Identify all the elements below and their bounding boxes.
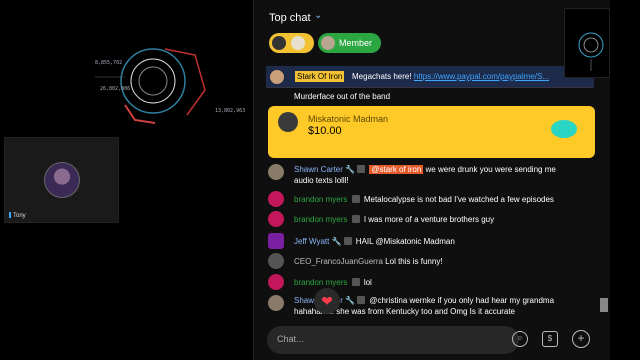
member-pill[interactable]: Member <box>318 33 381 53</box>
message-author[interactable]: CEO_FrancoJuanGuerra <box>294 257 383 266</box>
wrench-icon: 🔧 <box>345 296 356 305</box>
chat-message-partial: Murderface out of the band <box>294 91 390 102</box>
reaction-button[interactable]: ❤ <box>314 288 340 314</box>
message-text: Murderface out of the band <box>294 92 391 101</box>
message-text: audio texts lolll! <box>294 176 349 185</box>
avatar <box>268 191 284 207</box>
message-author[interactable]: Jeff Wyatt <box>294 237 329 246</box>
chat-input[interactable]: Chat... <box>267 326 519 354</box>
member-badge-icon <box>351 215 360 223</box>
participant-name: Tony <box>9 212 26 219</box>
chat-mode-selector[interactable]: Top chat <box>269 12 311 24</box>
chevron-down-icon[interactable]: ⌄ <box>314 10 322 21</box>
fish-sticker-icon <box>551 120 577 138</box>
member-badge-icon <box>343 237 352 245</box>
superchat-author[interactable]: Miskatonic Madman <box>308 114 388 124</box>
avatar <box>270 70 284 84</box>
chat-message: brandon myers I was more of a venture br… <box>294 214 594 225</box>
message-text: Metalocalypse is not bad I've watched a … <box>363 195 554 204</box>
message-author[interactable]: brandon myers <box>294 195 347 204</box>
chat-message: CEO_FrancoJuanGuerra Lol this is funny! <box>294 256 594 267</box>
stream-view: 8,855,702 26,802,086 13,802,963 Tony <box>0 0 253 360</box>
avatar <box>268 211 284 227</box>
avatar <box>278 112 298 132</box>
participant-avatar <box>44 162 80 198</box>
heart-icon: ❤ <box>321 293 333 309</box>
pinned-message[interactable]: Stark Of Iron Megachats here! https://ww… <box>266 66 594 88</box>
chat-header: Top chat ⌄ Member <box>254 0 610 60</box>
member-badge-icon <box>357 165 366 173</box>
webcam-tile: Tony <box>4 137 119 223</box>
avatar <box>268 233 284 249</box>
hud-number: 8,855,702 <box>95 60 123 66</box>
avatar <box>268 253 284 269</box>
message-text: Lol this is funny! <box>385 257 443 266</box>
avatar <box>268 164 284 180</box>
donor-avatar <box>291 36 305 50</box>
message-text: HAIL @Miskatonic Madman <box>355 237 455 246</box>
member-badge-icon <box>357 296 366 304</box>
message-author[interactable]: brandon myers <box>294 278 347 287</box>
hud-number: 13,802,963 <box>215 108 246 114</box>
pinned-text: Megachats here! https://www.paypal.com/p… <box>352 72 549 81</box>
chat-message: brandon myers Metalocalypse is not bad I… <box>294 194 594 205</box>
mini-hud-preview <box>564 8 610 78</box>
super-chat-dollar-icon[interactable]: $ <box>542 331 558 347</box>
message-text: I was more of a venture brothers guy <box>363 215 495 224</box>
pinned-text-body: Megachats here! <box>352 72 412 81</box>
avatar <box>268 274 284 290</box>
chat-input-placeholder: Chat... <box>277 334 304 344</box>
superchat-card[interactable]: Miskatonic Madman $10.00 <box>268 106 595 158</box>
message-author[interactable]: brandon myers <box>294 215 347 224</box>
message-author[interactable]: Shawn Carter <box>294 165 343 174</box>
right-edge-strip <box>610 0 640 360</box>
chat-message: Jeff Wyatt 🔧 HAIL @Miskatonic Madman <box>294 236 594 247</box>
message-text: @christina wernke if you only had hear m… <box>369 296 555 305</box>
hud-graphic <box>95 48 206 124</box>
emoji-icon[interactable]: ☺ <box>512 331 528 347</box>
avatar <box>268 295 284 311</box>
member-badge-icon <box>351 195 360 203</box>
chat-message: Shawn Carter 🔧 @stark of iron we were dr… <box>294 164 594 186</box>
top-donor-pill[interactable] <box>269 33 314 53</box>
message-text: lol <box>363 278 372 287</box>
mention-chip[interactable]: @stark of iron <box>369 165 424 174</box>
donor-avatar <box>272 36 286 50</box>
superchat-amount: $10.00 <box>308 125 342 137</box>
pinned-link[interactable]: https://www.paypal.com/paypalme/S... <box>414 72 549 81</box>
wrench-icon: 🔧 <box>331 237 342 246</box>
member-label: Member <box>339 38 373 48</box>
hud-number: 26,802,086 <box>100 86 131 92</box>
chat-scrollbar[interactable] <box>600 298 608 312</box>
mini-hud-graphic <box>578 32 604 71</box>
wrench-icon: 🔧 <box>345 165 356 174</box>
add-icon[interactable]: + <box>572 330 590 348</box>
chat-message: brandon myers lol <box>294 277 594 288</box>
pinned-author[interactable]: Stark Of Iron <box>295 71 345 82</box>
member-avatar <box>321 36 335 50</box>
member-badge-icon <box>351 278 360 286</box>
message-text: we were drunk you were sending me <box>425 165 556 174</box>
